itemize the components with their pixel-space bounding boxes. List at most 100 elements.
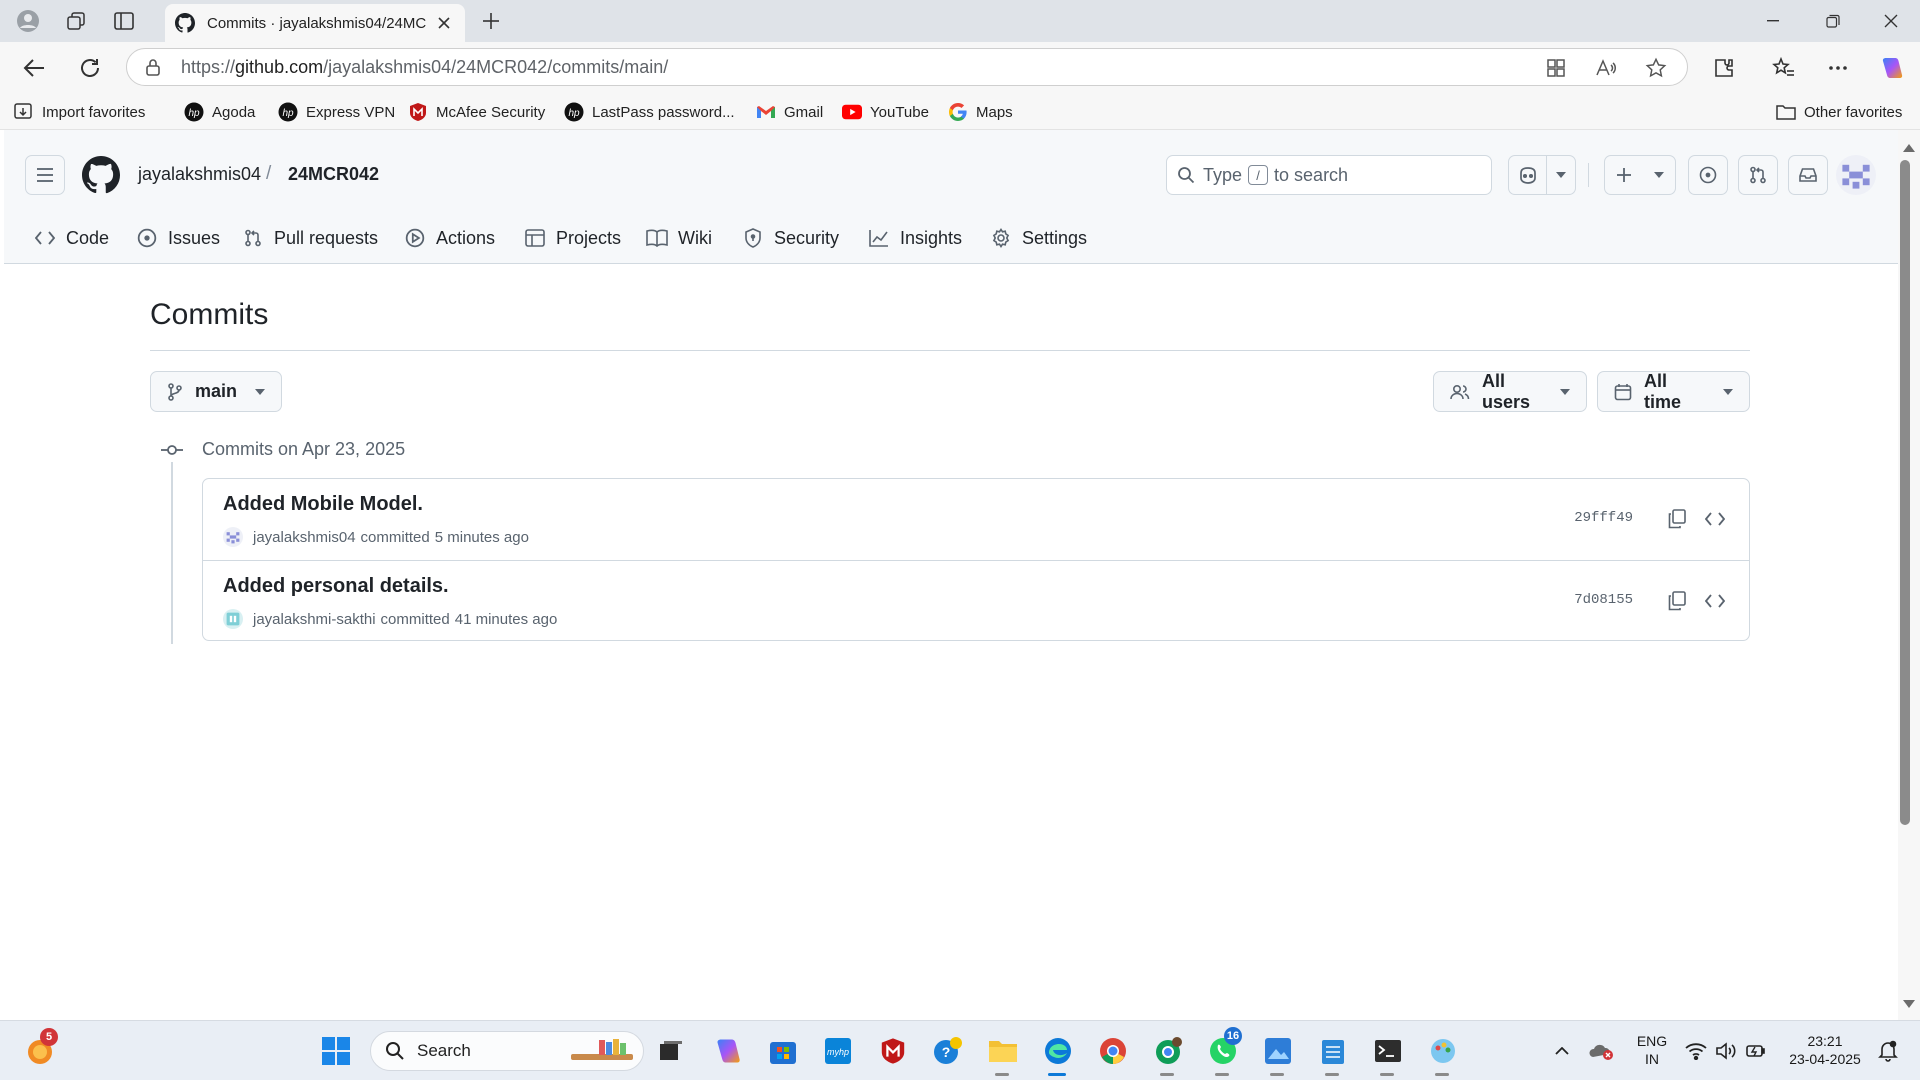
restore-window-icon[interactable] <box>1804 0 1862 42</box>
browse-code-button[interactable] <box>1699 585 1731 617</box>
profile-icon[interactable] <box>8 7 48 35</box>
github-search-input[interactable]: Type / to search <box>1166 155 1492 195</box>
notification-bell-icon[interactable] <box>1872 1035 1904 1067</box>
vertical-tabs-icon[interactable] <box>104 7 144 35</box>
tab-projects[interactable]: Projects <box>524 216 621 260</box>
help-app-icon[interactable]: ? <box>932 1035 964 1067</box>
close-window-icon[interactable] <box>1862 0 1920 42</box>
chrome-profile-icon[interactable] <box>1152 1035 1184 1067</box>
paint-icon[interactable] <box>1427 1035 1459 1067</box>
browse-code-button[interactable] <box>1699 503 1731 535</box>
pull-requests-button[interactable] <box>1738 155 1778 195</box>
tab-wiki[interactable]: Wiki <box>646 216 712 260</box>
tab-insights[interactable]: Insights <box>868 216 962 260</box>
edge-browser-icon[interactable] <box>1042 1035 1074 1067</box>
back-icon[interactable] <box>16 52 52 84</box>
tab-code[interactable]: Code <box>34 216 109 260</box>
favorite-gmail[interactable]: Gmail <box>756 100 823 124</box>
favorites-icon[interactable] <box>1766 52 1802 84</box>
workspaces-icon[interactable] <box>56 7 96 35</box>
mcafee-icon <box>408 102 428 122</box>
address-bar[interactable]: https://github.com/jayalakshmis04/24MCR0… <box>126 48 1688 86</box>
favorite-mcafee[interactable]: McAfee Security <box>408 100 545 124</box>
favorite-lastpass[interactable]: hp LastPass password... <box>564 100 735 124</box>
copy-sha-button[interactable] <box>1661 503 1693 535</box>
copilot-icon[interactable] <box>1509 156 1546 194</box>
create-new-button[interactable] <box>1604 155 1676 195</box>
favorite-maps[interactable]: Maps <box>948 100 1013 124</box>
active-tab[interactable]: Commits · jayalakshmis04/24MCR042 <box>165 4 465 42</box>
code-icon <box>1705 512 1725 526</box>
chevron-down-icon[interactable] <box>1547 156 1575 194</box>
lock-icon[interactable] <box>145 58 161 76</box>
favorite-express-vpn[interactable]: hp Express VPN <box>278 100 395 124</box>
repo-name-link[interactable]: 24MCR042 <box>288 164 379 185</box>
battery-icon[interactable] <box>1740 1035 1772 1067</box>
notification-badge: 5 <box>40 1028 58 1046</box>
hamburger-menu-button[interactable] <box>25 155 65 195</box>
book-icon <box>646 227 668 249</box>
windows-start-icon[interactable] <box>320 1035 352 1067</box>
language-indicator[interactable]: ENG IN <box>1630 1032 1674 1068</box>
commit-title-link[interactable]: Added personal details. <box>223 575 449 598</box>
copilot-menu-button[interactable] <box>1508 155 1576 195</box>
task-view-icon[interactable] <box>655 1035 687 1067</box>
tab-settings[interactable]: Settings <box>990 216 1087 260</box>
refresh-icon[interactable] <box>72 52 108 84</box>
read-aloud-icon[interactable] <box>1591 55 1621 81</box>
avatar[interactable] <box>223 527 243 547</box>
taskbar-search-input[interactable]: Search <box>370 1031 644 1071</box>
onedrive-error-icon[interactable] <box>1586 1035 1618 1067</box>
branch-select-button[interactable]: main <box>150 371 282 412</box>
tab-issues[interactable]: Issues <box>136 216 220 260</box>
users-filter-button[interactable]: All users <box>1433 371 1587 412</box>
tab-pull-requests[interactable]: Pull requests <box>242 216 378 260</box>
favorite-import[interactable]: Import favorites <box>14 100 145 124</box>
terminal-icon[interactable] <box>1372 1035 1404 1067</box>
time-filter-button[interactable]: All time <box>1597 371 1750 412</box>
copy-sha-button[interactable] <box>1661 585 1693 617</box>
commit-title-link[interactable]: Added Mobile Model. <box>223 493 423 516</box>
copilot-app-icon[interactable] <box>712 1035 744 1067</box>
mcafee-app-icon[interactable] <box>877 1035 909 1067</box>
favorite-youtube[interactable]: YouTube <box>842 100 929 124</box>
commit-sha-link[interactable]: 7d08155 <box>1574 592 1633 608</box>
more-menu-icon[interactable] <box>1820 52 1856 84</box>
notepad-icon[interactable] <box>1317 1035 1349 1067</box>
chevron-up-icon[interactable] <box>1546 1035 1578 1067</box>
commit-author-link[interactable]: jayalakshmis04 <box>253 529 356 546</box>
svg-text:?: ? <box>942 1044 951 1060</box>
clock[interactable]: 23:21 23-04-2025 <box>1776 1032 1874 1068</box>
favorite-star-icon[interactable] <box>1641 55 1671 81</box>
new-tab-button[interactable] <box>476 8 506 34</box>
avatar[interactable] <box>223 609 243 629</box>
chrome-icon[interactable] <box>1097 1035 1129 1067</box>
other-favorites[interactable]: Other favorites <box>1776 100 1902 124</box>
scroll-up-icon[interactable] <box>1903 144 1915 152</box>
photos-app-icon[interactable] <box>1262 1035 1294 1067</box>
commit-author-link[interactable]: jayalakshmi-sakthi <box>253 611 376 628</box>
file-explorer-icon[interactable] <box>987 1035 1019 1067</box>
wifi-icon[interactable] <box>1680 1035 1712 1067</box>
commit-sha-link[interactable]: 29fff49 <box>1574 510 1633 526</box>
extensions-icon[interactable] <box>1706 52 1742 84</box>
minimize-window-icon[interactable] <box>1744 0 1802 42</box>
user-avatar[interactable] <box>1836 155 1876 195</box>
close-tab-icon[interactable] <box>433 12 455 34</box>
apps-icon[interactable] <box>1541 55 1571 81</box>
repo-owner-link[interactable]: jayalakshmis04 <box>138 164 261 185</box>
scrollbar-thumb[interactable] <box>1900 160 1910 825</box>
url-text[interactable]: https://github.com/jayalakshmis04/24MCR0… <box>181 57 668 78</box>
github-logo-icon[interactable] <box>82 156 120 194</box>
scroll-down-icon[interactable] <box>1903 1000 1915 1008</box>
volume-icon[interactable] <box>1710 1035 1742 1067</box>
tab-actions[interactable]: Actions <box>404 216 495 260</box>
myhp-app-icon[interactable]: myhp <box>822 1035 854 1067</box>
favorite-agoda[interactable]: hp Agoda <box>184 100 255 124</box>
tab-security[interactable]: Security <box>742 216 839 260</box>
issues-button[interactable] <box>1688 155 1728 195</box>
inbox-button[interactable] <box>1788 155 1828 195</box>
inbox-icon <box>1799 167 1817 183</box>
microsoft-store-icon[interactable] <box>767 1035 799 1067</box>
copilot-icon[interactable] <box>1874 52 1910 84</box>
